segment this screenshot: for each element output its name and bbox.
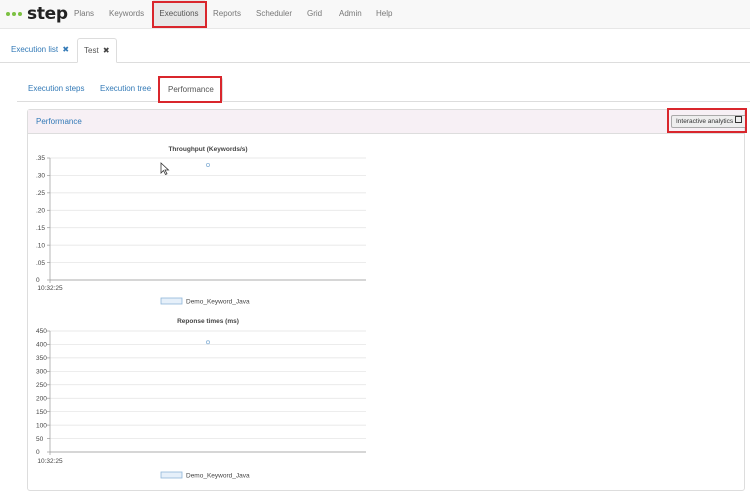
y-tick-label: 250 xyxy=(36,382,47,389)
y-tick-label: 300 xyxy=(36,369,47,376)
y-tick-label: 0 xyxy=(36,449,40,456)
data-point xyxy=(205,162,210,167)
chart-title: Reponse times (ms) xyxy=(177,318,239,325)
mouse-cursor-icon xyxy=(160,162,170,176)
x-tick-label: 10:32:25 xyxy=(37,458,63,465)
y-tick-label: .10 xyxy=(36,242,45,249)
y-tick-label: 50 xyxy=(36,436,44,443)
y-tick-label: .25 xyxy=(36,190,45,197)
y-tick-label: .30 xyxy=(36,173,45,180)
legend-swatch xyxy=(160,471,183,479)
legend-swatch xyxy=(160,297,183,305)
y-tick-label: 450 xyxy=(36,328,47,335)
y-tick-label: 400 xyxy=(36,342,47,349)
y-tick-label: .15 xyxy=(36,225,45,232)
y-tick-label: 0 xyxy=(36,277,40,284)
data-point xyxy=(205,340,210,345)
y-tick-label: 200 xyxy=(36,395,47,402)
x-tick-label: 10:32:25 xyxy=(37,285,63,292)
legend-label: Demo_Keyword_Java xyxy=(186,299,250,306)
y-tick-label: .20 xyxy=(36,207,45,214)
y-tick-label: .05 xyxy=(36,260,45,267)
legend-label: Demo_Keyword_Java xyxy=(186,473,250,480)
y-tick-label: 350 xyxy=(36,355,47,362)
y-tick-label: .35 xyxy=(36,155,45,162)
y-tick-label: 150 xyxy=(36,409,47,416)
y-tick-label: 100 xyxy=(36,422,47,429)
chart-title: Throughput (Keywords/s) xyxy=(168,146,247,153)
charts-canvas: Throughput (Keywords/s) 0 .05 .10 .15 .20 .25.… xyxy=(36,146,366,480)
